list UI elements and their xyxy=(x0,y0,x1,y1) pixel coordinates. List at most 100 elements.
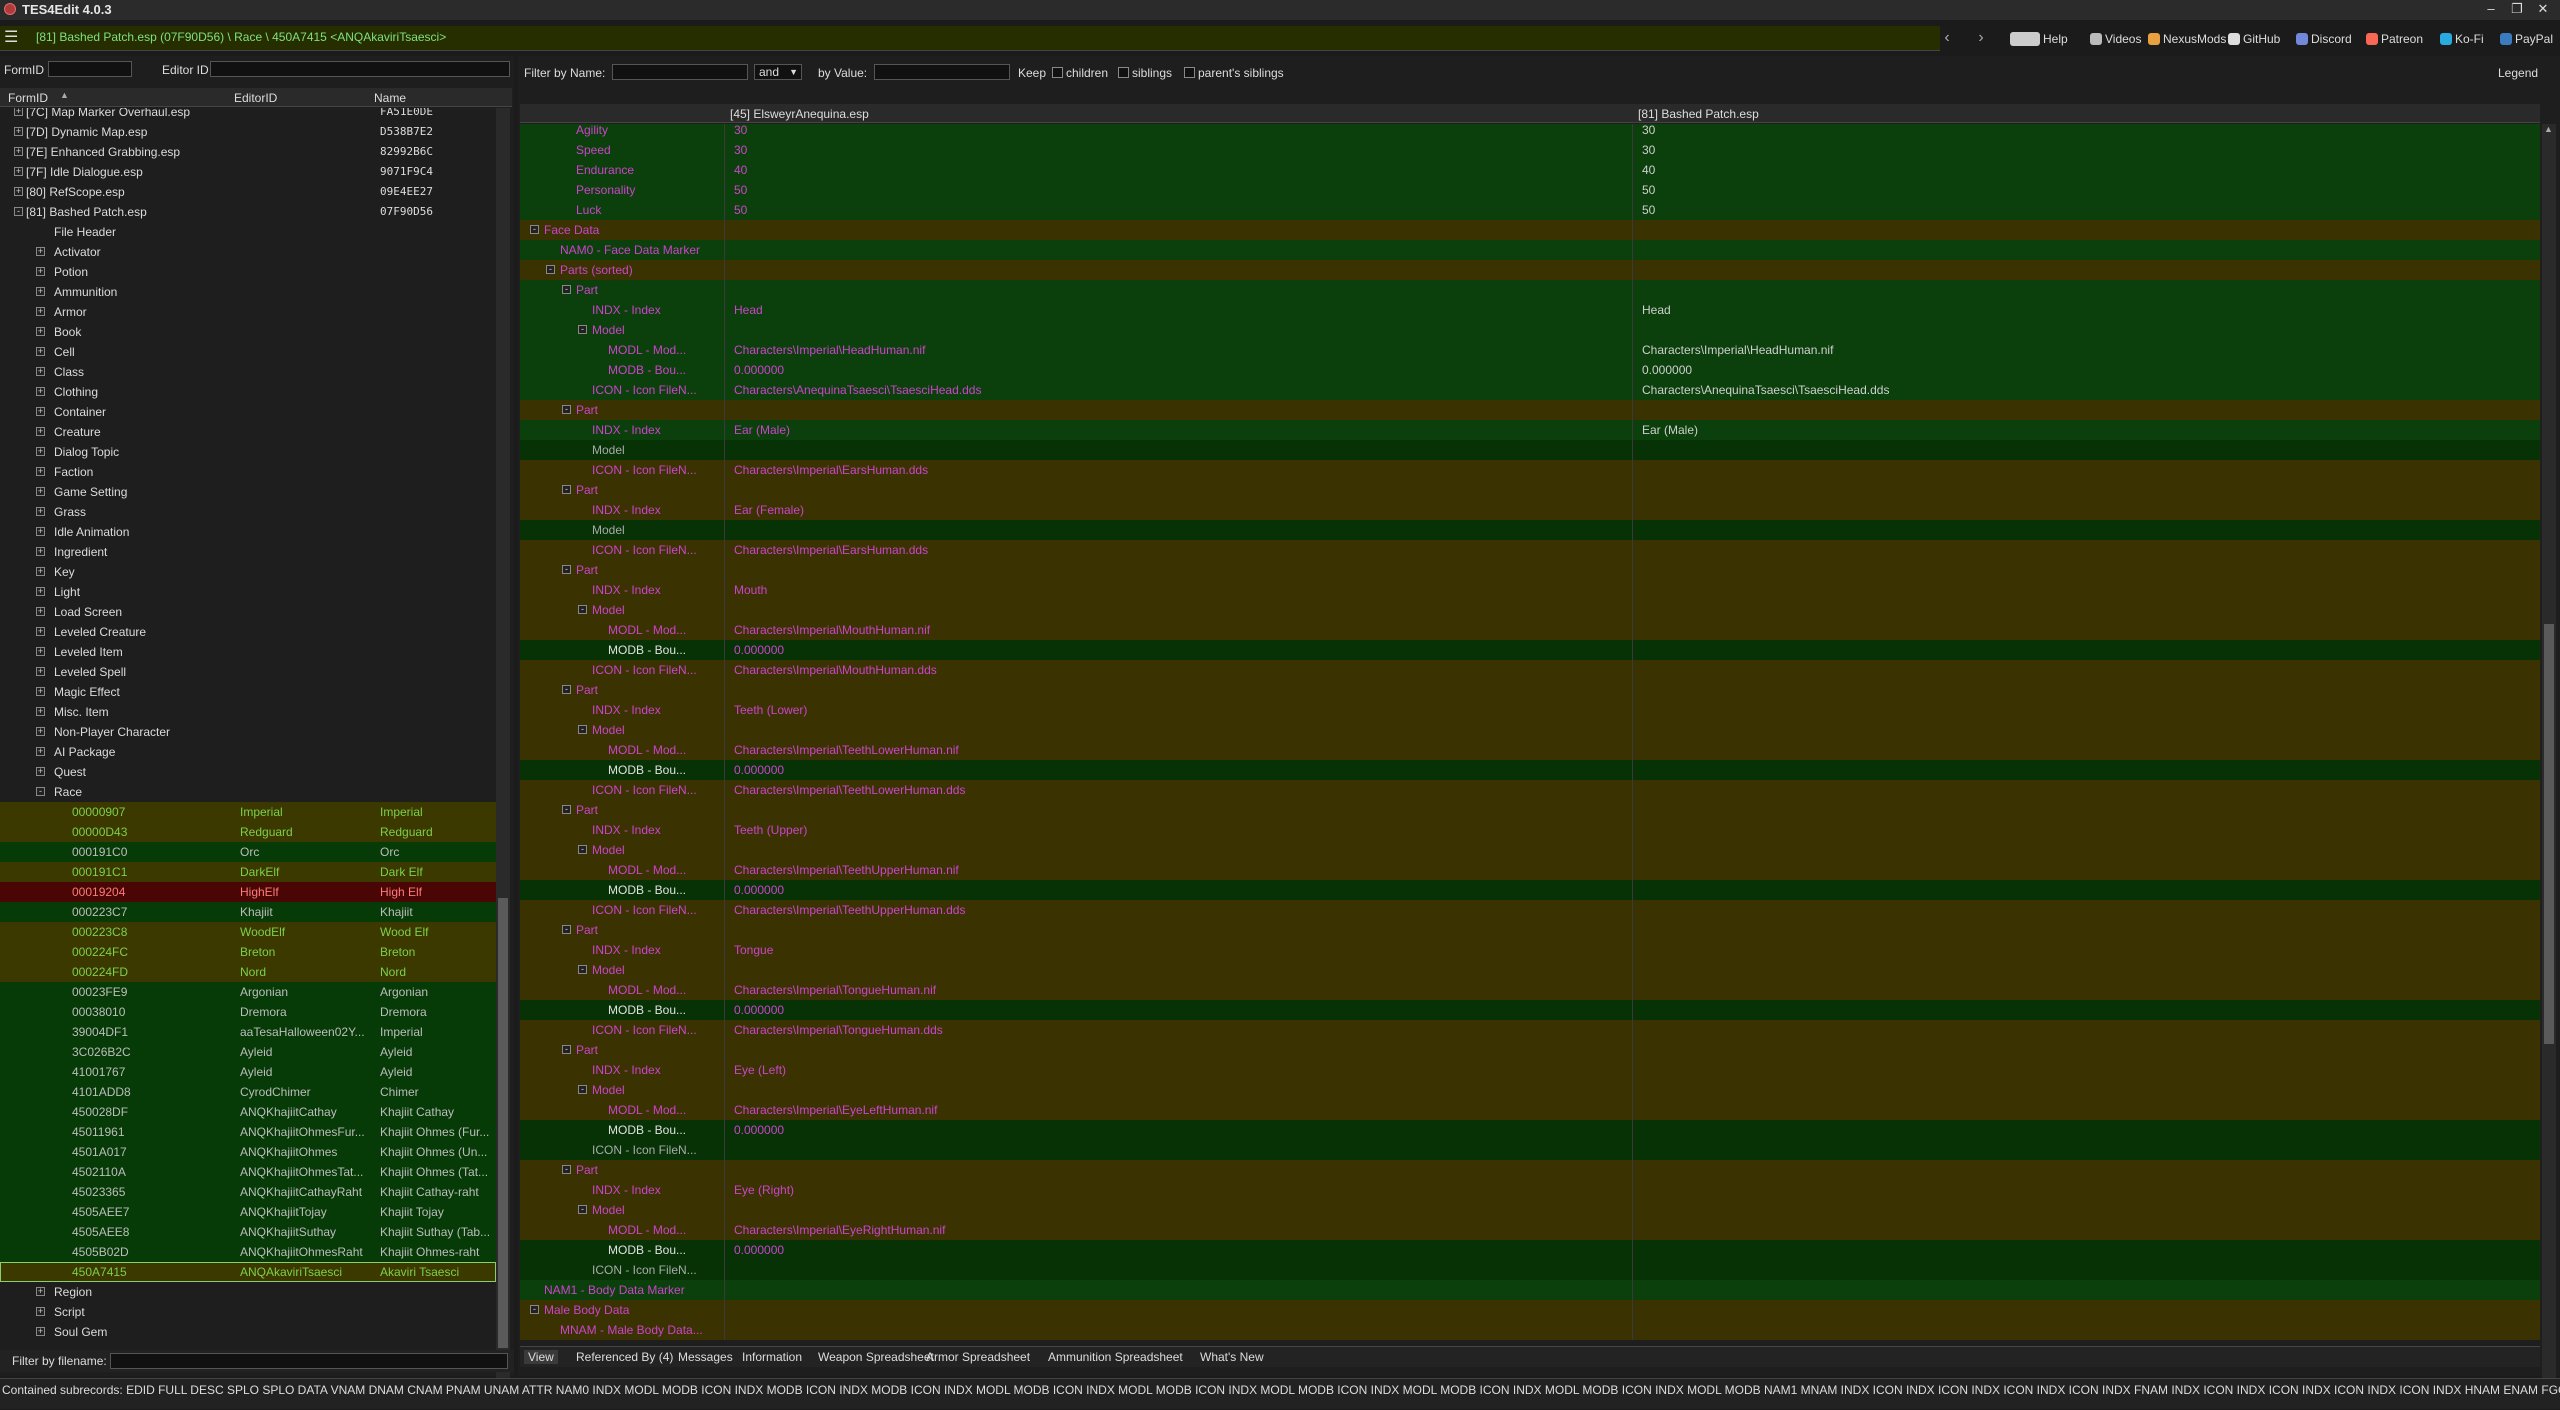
grid-row[interactable]: MODB - Bou... 0.000000 xyxy=(520,760,2540,780)
grid-row[interactable]: - Model xyxy=(520,960,2540,980)
filter-by-value-input[interactable] xyxy=(874,64,1010,80)
expand-icon[interactable]: + xyxy=(36,247,45,256)
tree-node[interactable]: + Ingredient xyxy=(0,542,496,562)
expand-icon[interactable]: + xyxy=(36,727,45,736)
record-row[interactable]: 00038010 Dremora Dremora xyxy=(0,1002,496,1022)
grid-row[interactable]: MODB - Bou... 0.000000 xyxy=(520,1120,2540,1140)
toolbar-link-help[interactable]: Help xyxy=(2010,30,2068,48)
keep-siblings-checkbox[interactable] xyxy=(1118,67,1129,78)
tree-node[interactable]: + [7C] Map Marker Overhaul.esp FA51E0DE xyxy=(0,108,496,122)
record-row[interactable]: 00023FE9 Argonian Argonian xyxy=(0,982,496,1002)
record-row[interactable]: 4101ADD8 CyrodChimer Chimer xyxy=(0,1082,496,1102)
collapse-icon[interactable]: - xyxy=(578,725,587,734)
value-plugin-2[interactable]: Characters\AnequinaTsaesci\TsaesciHead.d… xyxy=(1642,380,1889,400)
grid-row[interactable]: INDX - Index Eye (Left) xyxy=(520,1060,2540,1080)
toolbar-link-nexusmods[interactable]: NexusMods xyxy=(2148,30,2226,48)
tree-node[interactable]: + Book xyxy=(0,322,496,342)
main-menu-icon[interactable]: ☰ xyxy=(4,30,22,46)
tree-node[interactable]: + Grass xyxy=(0,502,496,522)
value-plugin-2[interactable]: 0.000000 xyxy=(1642,360,1692,380)
collapse-icon[interactable]: - xyxy=(14,207,23,216)
grid-row[interactable]: ICON - Icon FileN... Characters\Imperial\… xyxy=(520,540,2540,560)
tree-node[interactable]: + Faction xyxy=(0,462,496,482)
forward-arrow-icon[interactable]: › xyxy=(1972,28,1990,48)
expand-icon[interactable]: + xyxy=(36,407,45,416)
tab-armor-spreadsheet[interactable]: Armor Spreadsheet xyxy=(926,1350,1030,1364)
record-row[interactable]: 4505B02D ANQKhajiitOhmesRaht Khajiit Ohmes… xyxy=(0,1242,496,1262)
expand-icon[interactable]: + xyxy=(36,267,45,276)
tab-weapon-spreadsheet[interactable]: Weapon Spreadsheet xyxy=(818,1350,934,1364)
grid-row[interactable]: Personality 50 50 xyxy=(520,180,2540,200)
record-row[interactable]: 39004DF1 aaTesaHalloween02Y... Imperial xyxy=(0,1022,496,1042)
minimize-button[interactable]: – xyxy=(2482,1,2500,17)
grid-row[interactable]: ICON - Icon FileN... Characters\Imperial\… xyxy=(520,1020,2540,1040)
expand-icon[interactable]: + xyxy=(36,547,45,556)
expand-icon[interactable]: + xyxy=(36,527,45,536)
expand-icon[interactable]: + xyxy=(36,687,45,696)
grid-row[interactable]: MODL - Mod... Characters\Imperial\HeadHum… xyxy=(520,340,2540,360)
expand-icon[interactable]: + xyxy=(14,187,23,196)
tab-messages[interactable]: Messages xyxy=(678,1350,733,1364)
grid-row[interactable]: MODL - Mod... Characters\Imperial\EyeRigh… xyxy=(520,1220,2540,1240)
record-row[interactable]: 00019204 HighElf High Elf xyxy=(0,882,496,902)
grid-row[interactable]: - Part xyxy=(520,920,2540,940)
value-plugin-1[interactable]: 0.000000 xyxy=(734,880,784,900)
value-plugin-1[interactable]: 50 xyxy=(734,200,747,220)
tree-node[interactable]: + Light xyxy=(0,582,496,602)
tree-node[interactable]: + Potion xyxy=(0,262,496,282)
value-plugin-2[interactable]: Characters\Imperial\HeadHuman.nif xyxy=(1642,340,1833,360)
value-plugin-1[interactable]: Characters\Imperial\TongueHuman.nif xyxy=(734,980,936,1000)
grid-row[interactable]: MODB - Bou... 0.000000 0.000000 xyxy=(520,360,2540,380)
grid-row[interactable]: NAM0 - Face Data Marker xyxy=(520,240,2540,260)
record-row[interactable]: 00000907 Imperial Imperial xyxy=(0,802,496,822)
toolbar-link-github[interactable]: GitHub xyxy=(2228,30,2280,48)
record-row[interactable]: 000191C1 DarkElf Dark Elf xyxy=(0,862,496,882)
record-row[interactable]: 45023365 ANQKhajiitCathayRaht Khajiit Cath… xyxy=(0,1182,496,1202)
tree-node[interactable]: + Clothing xyxy=(0,382,496,402)
grid-row[interactable]: - Model xyxy=(520,720,2540,740)
grid-row[interactable]: MODB - Bou... 0.000000 xyxy=(520,640,2540,660)
grid-scrollbar[interactable]: ▲ xyxy=(2542,124,2556,1394)
record-row[interactable]: 4502110A ANQKhajiitOhmesTat... Khajiit Ohm… xyxy=(0,1162,496,1182)
grid-row[interactable]: - Part xyxy=(520,560,2540,580)
grid-row[interactable]: Luck 50 50 xyxy=(520,200,2540,220)
grid-row[interactable]: MNAM - Male Body Data... xyxy=(520,1320,2540,1340)
tree-node[interactable]: + Armor xyxy=(0,302,496,322)
tree-node[interactable]: + Ammunition xyxy=(0,282,496,302)
tree-node[interactable]: + Leveled Item xyxy=(0,642,496,662)
column-plugin-1[interactable]: [45] ElsweyrAnequina.esp xyxy=(730,107,869,121)
record-row[interactable]: 000224FC Breton Breton xyxy=(0,942,496,962)
expand-icon[interactable]: + xyxy=(36,427,45,436)
value-plugin-1[interactable]: Ear (Female) xyxy=(734,500,804,520)
grid-row[interactable]: MODL - Mod... Characters\Imperial\TongueH… xyxy=(520,980,2540,1000)
grid-row[interactable]: - Part xyxy=(520,1160,2540,1180)
scroll-up-icon[interactable]: ▲ xyxy=(2544,124,2553,134)
record-row[interactable]: 000191C0 Orc Orc xyxy=(0,842,496,862)
value-plugin-1[interactable]: Characters\Imperial\EarsHuman.dds xyxy=(734,460,928,480)
value-plugin-1[interactable]: 0.000000 xyxy=(734,760,784,780)
value-plugin-1[interactable]: Teeth (Upper) xyxy=(734,820,807,840)
record-row[interactable]: 00000D43 Redguard Redguard xyxy=(0,822,496,842)
grid-row[interactable]: ICON - Icon FileN... xyxy=(520,1260,2540,1280)
grid-row[interactable]: Speed 30 30 xyxy=(520,140,2540,160)
collapse-icon[interactable]: - xyxy=(578,845,587,854)
value-plugin-1[interactable]: Characters\Imperial\TeethLowerHuman.nif xyxy=(734,740,959,760)
record-row[interactable]: 4505AEE8 ANQKhajiitSuthay Khajiit Suthay (… xyxy=(0,1222,496,1242)
record-row[interactable]: 4505AEE7 ANQKhajiitTojay Khajiit Tojay xyxy=(0,1202,496,1222)
grid-row[interactable]: MODL - Mod... Characters\Imperial\MouthHu… xyxy=(520,620,2540,640)
filter-by-name-input[interactable] xyxy=(612,64,748,80)
collapse-icon[interactable]: - xyxy=(562,1045,571,1054)
tree-node[interactable]: + [80] RefScope.esp 09E4EE27 xyxy=(0,182,496,202)
value-plugin-1[interactable]: Head xyxy=(734,300,763,320)
value-plugin-1[interactable]: Characters\Imperial\MouthHuman.nif xyxy=(734,620,930,640)
collapse-icon[interactable]: - xyxy=(530,225,539,234)
grid-row[interactable]: Model xyxy=(520,520,2540,540)
expand-icon[interactable]: + xyxy=(36,447,45,456)
value-plugin-2[interactable]: 50 xyxy=(1642,200,1655,220)
toolbar-link-videos[interactable]: Videos xyxy=(2090,30,2141,48)
tree-scrollbar[interactable] xyxy=(496,108,510,1394)
close-button[interactable]: ✕ xyxy=(2534,1,2552,17)
value-plugin-2[interactable]: 50 xyxy=(1642,180,1655,200)
record-row[interactable]: 000224FD Nord Nord xyxy=(0,962,496,982)
expand-icon[interactable]: + xyxy=(36,747,45,756)
